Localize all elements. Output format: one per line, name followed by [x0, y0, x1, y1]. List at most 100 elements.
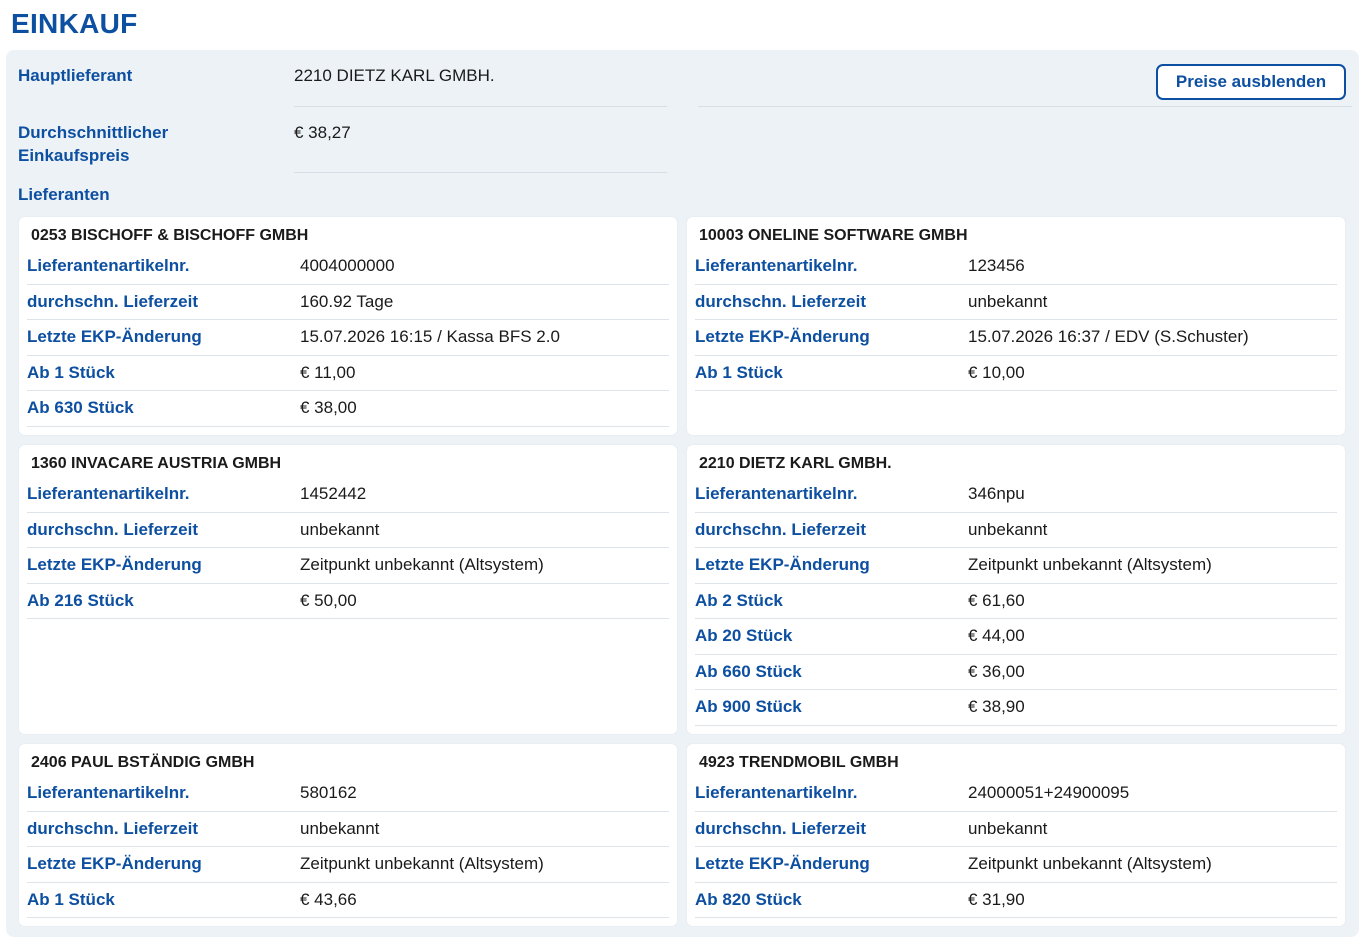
row-value: 24000051+24900095: [968, 783, 1130, 802]
row-value: Zeitpunkt unbekannt (Altsystem): [968, 854, 1212, 873]
supplier-row: Lieferantenartikelnr. 580162: [27, 776, 669, 812]
row-label: Ab 1 Stück: [27, 362, 115, 382]
row-value: € 61,60: [968, 590, 1025, 610]
row-label: durchschn. Lieferzeit: [27, 818, 198, 838]
row-label: durchschn. Lieferzeit: [695, 818, 866, 838]
row-label: Ab 1 Stück: [695, 362, 783, 382]
supplier-card: 1360 INVACARE AUSTRIA GMBH Lieferantenar…: [19, 445, 677, 734]
divider: [698, 106, 1352, 107]
row-label: Lieferantenartikelnr.: [27, 783, 190, 802]
suppliers-heading: Lieferanten: [18, 185, 110, 204]
row-label: Ab 2 Stück: [695, 590, 783, 610]
supplier-card: 10003 ONELINE SOFTWARE GMBH Lieferantena…: [687, 217, 1345, 435]
row-value: 1452442: [300, 484, 367, 503]
row-value: 15.07.2026 16:37 / EDV (S.Schuster): [968, 327, 1249, 346]
supplier-row: durchschn. Lieferzeit unbekannt: [695, 513, 1337, 548]
supplier-row: Lieferantenartikelnr. 1452442: [27, 477, 669, 513]
supplier-card: 2406 PAUL BSTÄNDIG GMBH Lieferantenartik…: [19, 744, 677, 926]
row-value: Zeitpunkt unbekannt (Altsystem): [968, 555, 1212, 574]
row-value: € 44,00: [968, 626, 1025, 645]
row-value: unbekannt: [300, 519, 380, 539]
avg-price-label-line2: Einkaufspreis: [18, 146, 130, 165]
row-label: Lieferantenartikelnr.: [695, 484, 858, 503]
supplier-row: Letzte EKP-Änderung Zeitpunkt unbekannt …: [695, 548, 1337, 584]
row-value: € 11,00: [300, 362, 356, 382]
row-label: Letzte EKP-Änderung: [695, 327, 870, 346]
row-label: Ab 216 Stück: [27, 590, 134, 610]
supplier-row: Ab 1 Stück € 43,66: [27, 883, 669, 918]
supplier-row: durchschn. Lieferzeit unbekannt: [27, 513, 669, 548]
row-label: Lieferantenartikelnr.: [27, 256, 190, 275]
row-label: Lieferantenartikelnr.: [695, 783, 858, 802]
row-label: Letzte EKP-Änderung: [27, 854, 202, 873]
row-value: 580162: [300, 783, 357, 802]
row-value: € 31,90: [968, 889, 1025, 909]
supplier-row: Letzte EKP-Änderung 15.07.2026 16:15 / K…: [27, 320, 669, 356]
row-value: unbekannt: [968, 519, 1048, 539]
supplier-name: 10003 ONELINE SOFTWARE GMBH: [699, 227, 968, 244]
hide-prices-button[interactable]: Preise ausblenden: [1156, 64, 1346, 100]
supplier-row: Ab 900 Stück € 38,90: [695, 690, 1337, 726]
supplier-row: Lieferantenartikelnr. 123456: [695, 249, 1337, 285]
row-value: € 43,66: [300, 889, 357, 909]
row-value: unbekannt: [968, 818, 1048, 838]
main-supplier-label: Hauptlieferant: [18, 66, 133, 85]
row-value: 346npu: [968, 484, 1025, 503]
row-label: Ab 20 Stück: [695, 626, 793, 645]
row-value: € 38,90: [968, 697, 1025, 716]
divider: [294, 106, 667, 107]
row-label: Ab 900 Stück: [695, 697, 802, 716]
supplier-row: durchschn. Lieferzeit unbekannt: [695, 812, 1337, 847]
row-label: Lieferantenartikelnr.: [695, 256, 858, 275]
row-label: Ab 630 Stück: [27, 398, 134, 417]
row-label: Letzte EKP-Änderung: [27, 327, 202, 346]
row-value: € 36,00: [968, 661, 1025, 681]
row-value: 4004000000: [300, 256, 395, 275]
row-value: 123456: [968, 256, 1025, 275]
row-label: Ab 820 Stück: [695, 889, 802, 909]
row-value: € 10,00: [968, 362, 1025, 382]
supplier-row: Ab 660 Stück € 36,00: [695, 655, 1337, 690]
supplier-row: durchschn. Lieferzeit 160.92 Tage: [27, 285, 669, 320]
supplier-card: 2210 DIETZ KARL GMBH. Lieferantenartikel…: [687, 445, 1345, 734]
supplier-row: Ab 630 Stück € 38,00: [27, 391, 669, 427]
supplier-name: 1360 INVACARE AUSTRIA GMBH: [31, 455, 282, 472]
supplier-row: Letzte EKP-Änderung 15.07.2026 16:37 / E…: [695, 320, 1337, 356]
row-label: durchschn. Lieferzeit: [27, 519, 198, 539]
row-label: durchschn. Lieferzeit: [695, 291, 866, 311]
supplier-row: Ab 216 Stück € 50,00: [27, 584, 669, 619]
supplier-card: 0253 BISCHOFF & BISCHOFF GMBH Lieferante…: [19, 217, 677, 435]
supplier-row: durchschn. Lieferzeit unbekannt: [695, 285, 1337, 320]
row-label: Ab 660 Stück: [695, 661, 802, 681]
supplier-row: Lieferantenartikelnr. 4004000000: [27, 249, 669, 285]
row-value: unbekannt: [300, 818, 380, 838]
supplier-name: 4923 TRENDMOBIL GMBH: [699, 754, 899, 771]
supplier-row: Ab 1 Stück € 11,00: [27, 356, 669, 391]
main-supplier-value: 2210 DIETZ KARL GMBH.: [294, 66, 495, 85]
supplier-name: 2406 PAUL BSTÄNDIG GMBH: [31, 754, 255, 771]
divider: [294, 172, 667, 173]
supplier-row: durchschn. Lieferzeit unbekannt: [27, 812, 669, 847]
supplier-row: Ab 2 Stück € 61,60: [695, 584, 1337, 619]
row-label: Ab 1 Stück: [27, 889, 115, 909]
avg-price-value: € 38,27: [294, 123, 351, 142]
purchase-panel: Hauptlieferant 2210 DIETZ KARL GMBH. Pre…: [6, 50, 1359, 937]
avg-price-label-line1: Durchschnittlicher: [18, 123, 169, 142]
avg-price-label: Durchschnittlicher Einkaufspreis: [18, 121, 278, 167]
row-value: € 50,00: [300, 590, 357, 610]
row-label: Letzte EKP-Änderung: [695, 555, 870, 574]
supplier-row: Ab 20 Stück € 44,00: [695, 619, 1337, 655]
supplier-row: Lieferantenartikelnr. 24000051+24900095: [695, 776, 1337, 812]
row-label: Letzte EKP-Änderung: [27, 555, 202, 574]
supplier-row: Ab 820 Stück € 31,90: [695, 883, 1337, 918]
supplier-row: Letzte EKP-Änderung Zeitpunkt unbekannt …: [27, 847, 669, 883]
row-label: Letzte EKP-Änderung: [695, 854, 870, 873]
supplier-row: Lieferantenartikelnr. 346npu: [695, 477, 1337, 513]
row-value: 160.92 Tage: [300, 291, 394, 311]
supplier-row: Letzte EKP-Änderung Zeitpunkt unbekannt …: [695, 847, 1337, 883]
page-title: EINKAUF: [11, 8, 138, 39]
supplier-row: Letzte EKP-Änderung Zeitpunkt unbekannt …: [27, 548, 669, 584]
row-label: durchschn. Lieferzeit: [695, 519, 866, 539]
row-value: Zeitpunkt unbekannt (Altsystem): [300, 555, 544, 574]
row-value: € 38,00: [300, 398, 357, 417]
